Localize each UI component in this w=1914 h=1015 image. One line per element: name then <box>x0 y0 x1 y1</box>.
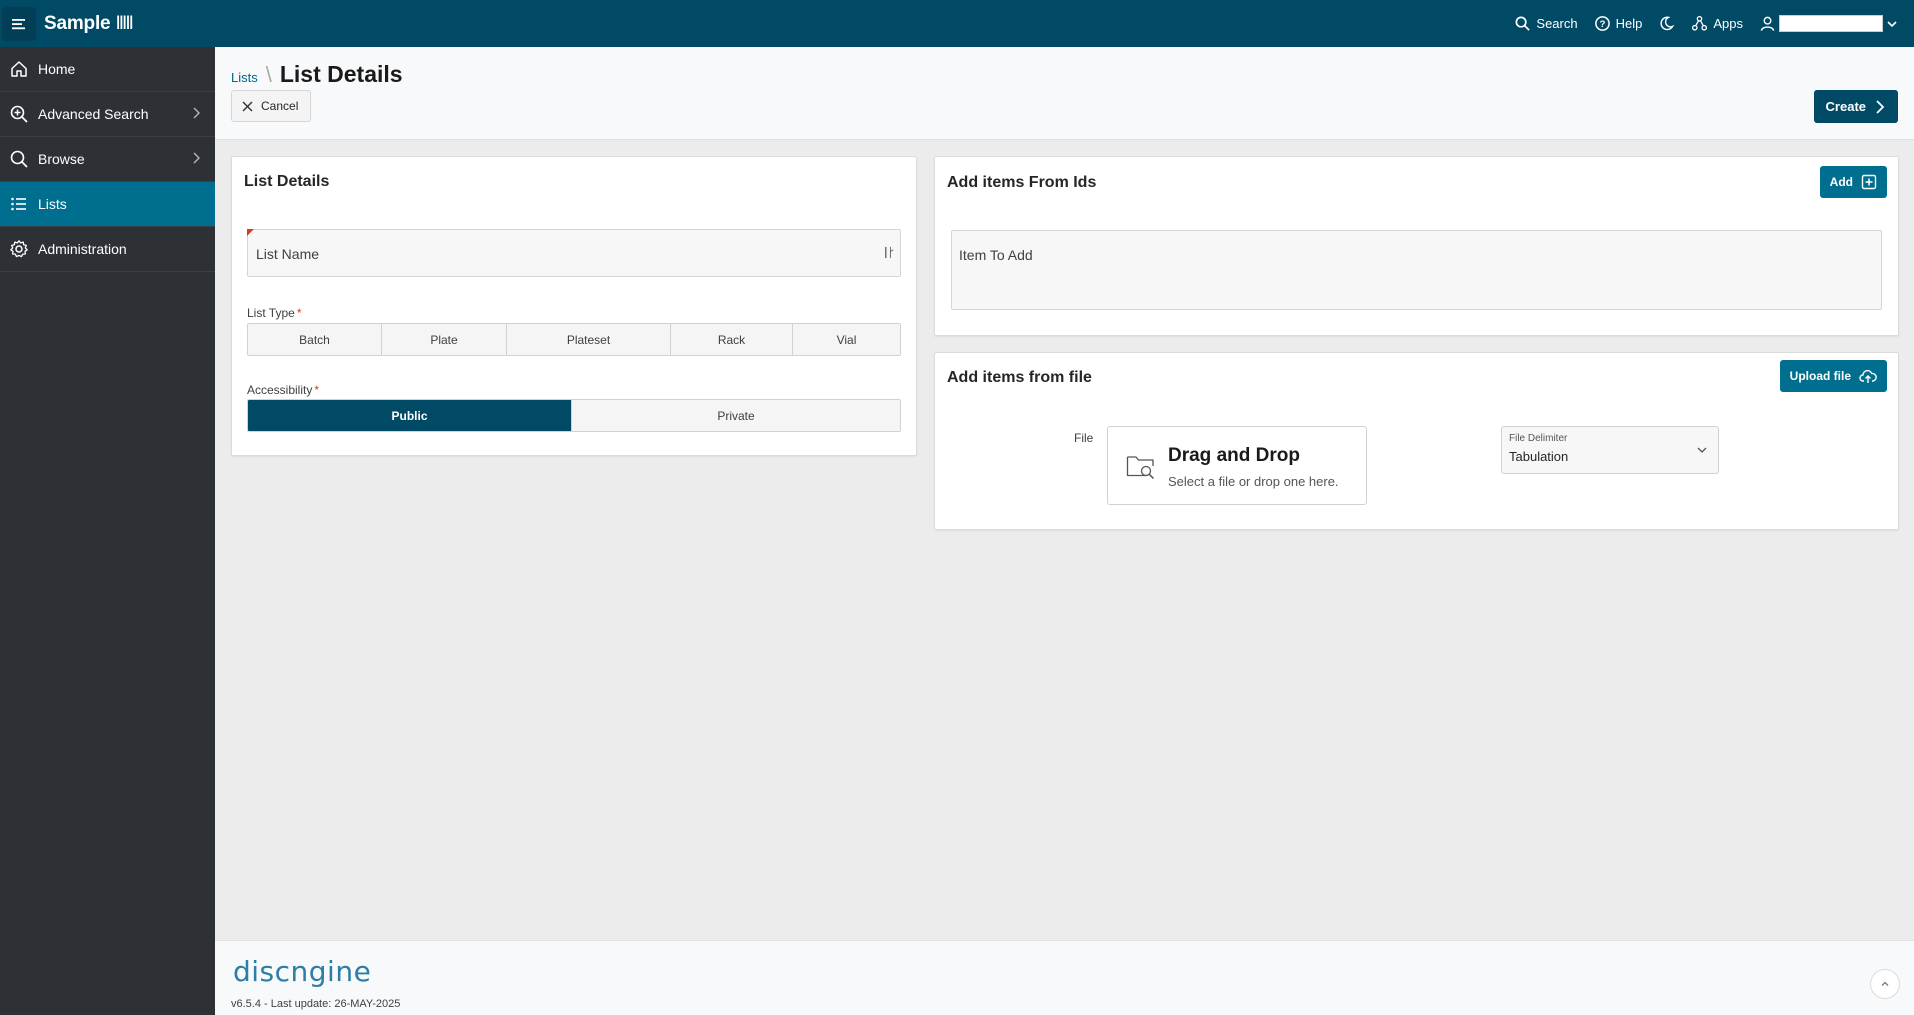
chevron-right-icon <box>1876 99 1885 114</box>
sidebar-item-label: Lists <box>38 196 67 212</box>
sidebar-item-label: Advanced Search <box>38 106 149 122</box>
hamburger-icon <box>12 18 25 29</box>
list-type-option-plateset[interactable]: Plateset <box>507 324 671 355</box>
accessibility-selector: Public Private <box>247 399 901 432</box>
sidebar-item-label: Home <box>38 61 76 77</box>
dropzone-title: Drag and Drop <box>1168 445 1300 466</box>
apps-icon <box>1692 15 1708 31</box>
app-title-text: Sample <box>44 12 111 34</box>
cloud-upload-icon <box>1859 369 1877 383</box>
add-button[interactable]: Add <box>1819 166 1887 198</box>
apps-button[interactable]: Apps <box>1691 15 1743 32</box>
list-details-panel: List Details List Name List Type * Batch … <box>231 156 917 456</box>
user-menu-button[interactable] <box>1759 15 1898 32</box>
moon-icon <box>1660 16 1675 31</box>
discngine-logo: discngine <box>233 955 372 988</box>
chevron-right-icon <box>193 107 200 119</box>
search-icon <box>0 149 38 169</box>
sidebar-item-label: Administration <box>38 241 127 257</box>
required-marker <box>247 229 254 236</box>
scroll-to-top-button[interactable] <box>1870 969 1900 999</box>
chevron-down-icon <box>1887 20 1897 27</box>
page-title: List Details <box>279 61 403 87</box>
item-to-add-input[interactable]: Item To Add <box>951 230 1882 310</box>
file-delimiter-label: File Delimiter <box>1509 433 1568 444</box>
theme-toggle-button[interactable] <box>1658 15 1675 32</box>
file-dropzone[interactable]: Drag and Drop Select a file or drop one … <box>1107 426 1367 505</box>
cancel-label: Cancel <box>261 99 299 113</box>
list-type-label: List Type * <box>247 306 301 320</box>
required-asterisk: * <box>314 383 320 397</box>
list-type-option-vial[interactable]: Vial <box>793 324 900 355</box>
dropzone-subtitle: Select a file or drop one here. <box>1168 474 1339 489</box>
list-name-input[interactable]: List Name <box>247 229 901 277</box>
file-delimiter-value: Tabulation <box>1509 449 1569 464</box>
sidebar-item-lists[interactable]: Lists <box>0 182 215 227</box>
accessibility-label-text: Accessibility <box>247 383 313 397</box>
accessibility-option-public[interactable]: Public <box>248 400 572 431</box>
item-to-add-placeholder: Item To Add <box>959 247 1033 263</box>
add-from-file-panel: Add items from file Upload file File Dra… <box>934 352 1899 530</box>
folder-search-icon <box>1126 456 1155 480</box>
svg-text:?: ? <box>1599 19 1605 30</box>
user-name-field <box>1779 15 1883 32</box>
app-title-barcode: IIIII <box>115 12 133 34</box>
home-icon <box>0 59 38 79</box>
help-button[interactable]: ? Help <box>1594 15 1643 32</box>
list-type-option-rack[interactable]: Rack <box>671 324 793 355</box>
list-type-label-text: List Type <box>247 306 295 320</box>
top-right-actions: Search ? Help Apps <box>1514 0 1898 47</box>
help-label: Help <box>1615 16 1643 31</box>
file-label: File <box>1074 431 1094 445</box>
chevron-right-icon <box>193 152 200 164</box>
sidebar-item-browse[interactable]: Browse <box>0 137 215 182</box>
page-header: Lists \ List Details Cancel Create <box>215 47 1914 140</box>
cancel-button[interactable]: Cancel <box>231 90 312 122</box>
sidebar-item-administration[interactable]: Administration <box>0 227 215 272</box>
hamburger-menu-button[interactable] <box>2 6 36 41</box>
accessibility-option-private[interactable]: Private <box>572 400 900 431</box>
sidebar-item-home[interactable]: Home <box>0 47 215 92</box>
create-label: Create <box>1825 99 1866 114</box>
plus-square-icon <box>1861 174 1877 190</box>
user-icon <box>1760 16 1775 31</box>
list-type-selector: Batch Plate Plateset Rack Vial <box>247 323 901 356</box>
breadcrumb: Lists \ List Details <box>231 61 403 88</box>
search-button[interactable]: Search <box>1514 15 1578 32</box>
accessibility-label: Accessibility * <box>247 383 319 397</box>
sidebar-item-label: Browse <box>38 151 85 167</box>
version-text: v6.5.4 - Last update: 26-MAY-2025 <box>231 998 401 1010</box>
search-icon <box>1515 16 1531 31</box>
add-label: Add <box>1829 175 1853 189</box>
list-name-placeholder: List Name <box>256 246 320 262</box>
list-type-option-batch[interactable]: Batch <box>248 324 382 355</box>
close-icon <box>242 101 253 111</box>
text-cursor-icon <box>885 246 894 259</box>
file-delimiter-select[interactable]: File Delimiter Tabulation <box>1501 426 1719 474</box>
breadcrumb-lists-link[interactable]: Lists <box>231 70 258 85</box>
create-button[interactable]: Create <box>1813 90 1898 123</box>
sidebar-item-advanced-search[interactable]: Advanced Search <box>0 92 215 137</box>
add-from-file-title: Add items from file <box>947 369 1092 386</box>
list-type-option-plate[interactable]: Plate <box>382 324 507 355</box>
sidebar: Home Advanced Search Browse Lists Admini… <box>0 47 215 1015</box>
search-label: Search <box>1536 16 1578 31</box>
list-icon <box>0 194 38 214</box>
breadcrumb-separator: \ <box>265 62 272 87</box>
footer: discngine v6.5.4 - Last update: 26-MAY-2… <box>215 940 1914 1015</box>
zoom-plus-icon <box>0 104 38 124</box>
help-icon: ? <box>1594 16 1610 31</box>
upload-file-label: Upload file <box>1789 369 1851 383</box>
add-from-ids-title: Add items From Ids <box>947 174 1097 191</box>
chevron-up-icon <box>1881 981 1889 986</box>
list-details-title: List Details <box>244 173 330 190</box>
apps-label: Apps <box>1713 16 1743 31</box>
add-from-ids-panel: Add items From Ids Add Item To Add <box>934 156 1899 336</box>
upload-file-button[interactable]: Upload file <box>1779 360 1887 392</box>
top-bar: Sample IIIII Search ? Help Apps <box>0 0 1914 47</box>
chevron-down-icon <box>1697 447 1707 453</box>
gear-icon <box>0 239 38 259</box>
required-asterisk: * <box>296 306 302 320</box>
app-title[interactable]: Sample IIIII <box>44 12 134 35</box>
